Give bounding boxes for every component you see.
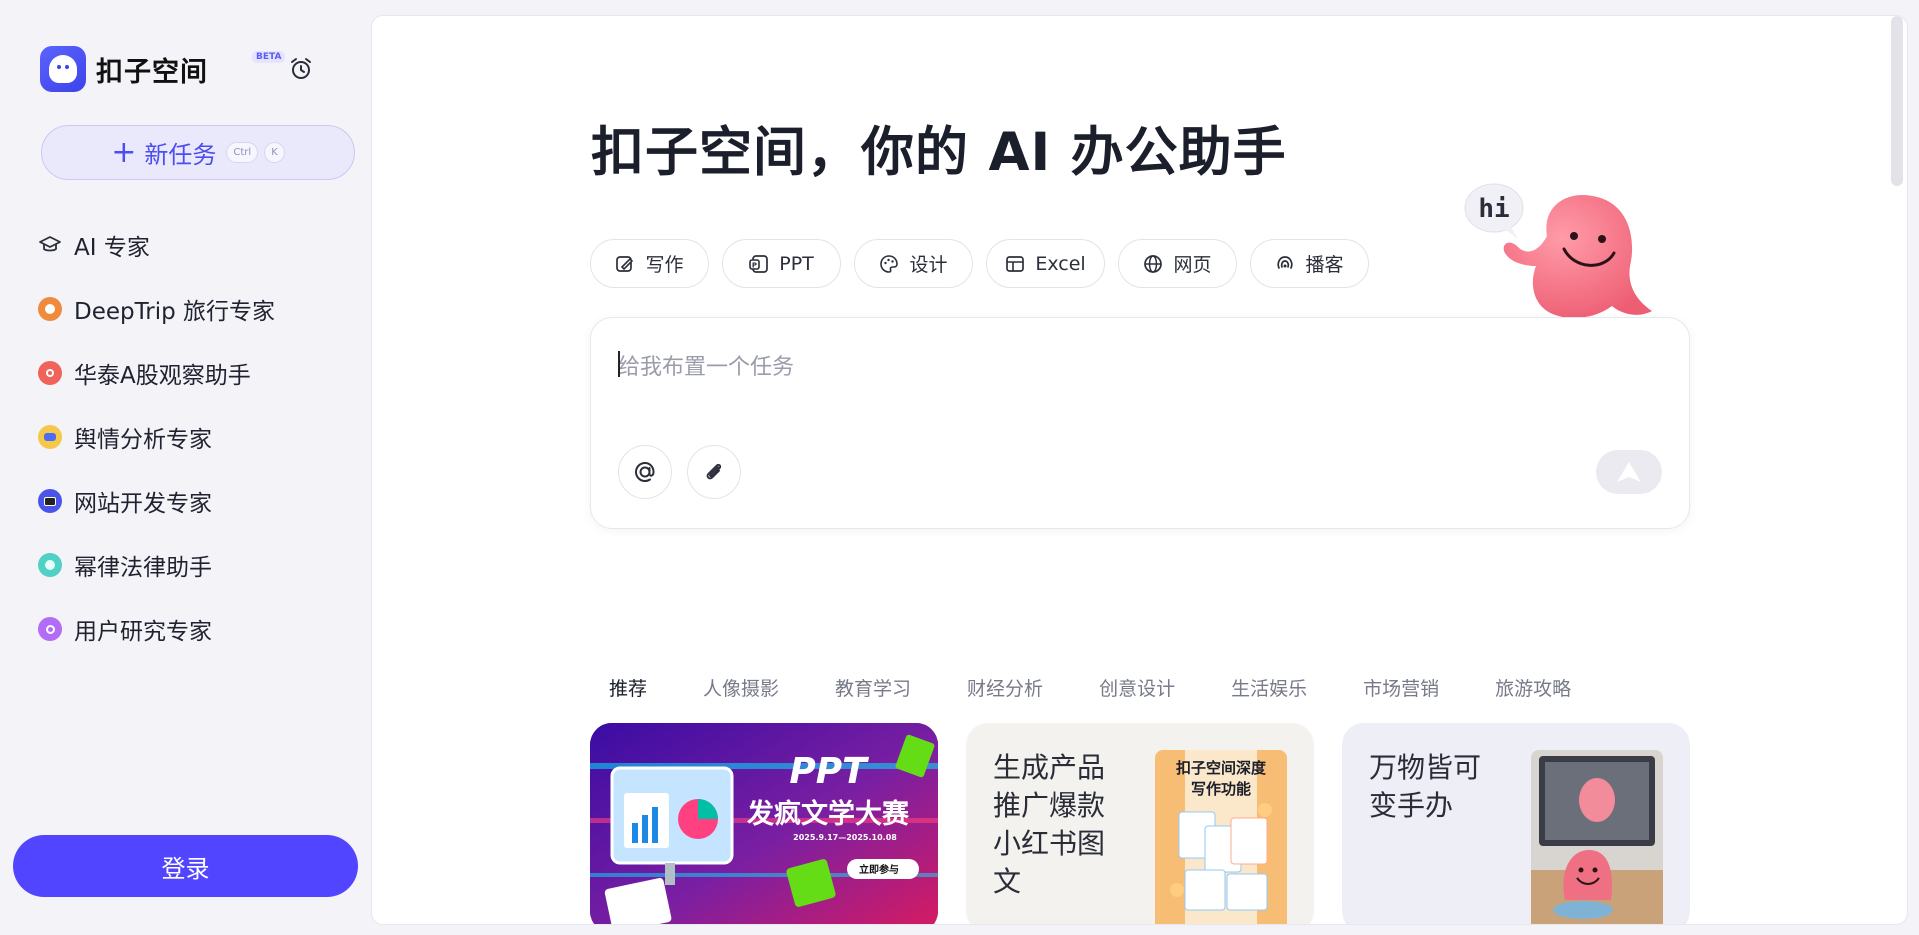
sidebar: 扣子空间 BETA + 新任务 Ctrl K AI 专家 DeepTrip 旅行…	[0, 0, 371, 935]
sidebar-item-deeptrip[interactable]: DeepTrip 旅行专家	[38, 277, 358, 341]
sidebar-item-label: AI 专家	[74, 235, 150, 261]
card-title: 万物皆可变手办	[1369, 751, 1482, 822]
brand-logo-icon	[40, 46, 86, 92]
card-figurine[interactable]: 万物皆可变手办	[1342, 723, 1690, 924]
banner-date: 2025.9.17—2025.10.08	[793, 833, 897, 842]
sidebar-item-label: 舆情分析专家	[74, 427, 212, 453]
sidebar-item-label: 网站开发专家	[74, 491, 212, 517]
send-button[interactable]	[1596, 450, 1662, 494]
sidebar-item-label: 华泰A股观察助手	[74, 363, 251, 389]
ppt-icon: P	[749, 254, 769, 273]
sidebar-item-label: DeepTrip 旅行专家	[74, 299, 276, 325]
shortcut-key-k: K	[264, 142, 285, 163]
sidebar-item-law[interactable]: 幂律法律助手	[38, 533, 358, 597]
tab-education[interactable]: 教育学习	[835, 674, 911, 701]
sidebar-item-label: 用户研究专家	[74, 619, 212, 645]
showcase-cards: PPT 发疯文学大赛 2025.9.17—2025.10.08 立即参与 生成产…	[590, 723, 1718, 924]
globe-icon	[1144, 254, 1163, 273]
mascot-image: hi	[1464, 183, 1652, 318]
text-caret	[618, 351, 620, 377]
sidebar-item-ai-expert[interactable]: AI 专家	[38, 213, 358, 277]
tab-creative[interactable]: 创意设计	[1099, 674, 1175, 701]
attach-button[interactable]	[687, 445, 741, 499]
new-task-button[interactable]: + 新任务 Ctrl K	[41, 125, 355, 180]
scrollbar[interactable]	[1891, 16, 1903, 186]
mention-button[interactable]	[618, 445, 672, 499]
sidebar-item-label: 幂律法律助手	[74, 555, 212, 581]
brand[interactable]: 扣子空间 BETA	[40, 46, 286, 92]
chip-label: Excel	[1035, 252, 1086, 275]
table-icon	[1006, 255, 1025, 272]
card-title: 生成产品推广爆款小红书图文	[993, 751, 1106, 898]
card-xiaohongshu[interactable]: 生成产品推广爆款小红书图文 扣子空间深度写作功能	[966, 723, 1314, 924]
plus-icon: +	[111, 134, 137, 170]
web-dev-avatar-icon	[38, 489, 62, 513]
write-icon	[616, 255, 634, 272]
shortcut-key-ctrl: Ctrl	[226, 142, 259, 163]
chip-label: PPT	[779, 252, 814, 275]
tab-finance[interactable]: 财经分析	[967, 674, 1043, 701]
sidebar-item-user-research[interactable]: 用户研究专家	[38, 597, 358, 661]
huatai-avatar-icon	[38, 361, 62, 385]
chip-excel[interactable]: Excel	[986, 239, 1105, 288]
banner-subtitle: 发疯文学大赛	[746, 798, 910, 830]
send-arrow-icon	[1617, 462, 1641, 482]
ppt-contest-banner: PPT 发疯文学大赛 2025.9.17—2025.10.08 立即参与	[590, 723, 938, 924]
tab-recommend[interactable]: 推荐	[609, 674, 647, 701]
sidebar-item-huatai[interactable]: 华泰A股观察助手	[38, 341, 358, 405]
chip-write[interactable]: 写作	[590, 239, 709, 288]
brand-name: 扣子空间	[96, 56, 208, 88]
sidebar-item-web-dev[interactable]: 网站开发专家	[38, 469, 358, 533]
banner-title: PPT	[789, 751, 869, 792]
login-button[interactable]: 登录	[13, 835, 358, 897]
chip-label: 播客	[1305, 254, 1344, 276]
tab-marketing[interactable]: 市场营销	[1363, 674, 1439, 701]
podcast-icon	[1277, 255, 1294, 269]
banner-cta: 立即参与	[859, 863, 899, 876]
deeptrip-avatar-icon	[38, 297, 62, 321]
task-input[interactable]: 给我布置一个任务	[618, 349, 794, 381]
svg-text:P: P	[752, 261, 757, 269]
sentiment-avatar-icon	[38, 425, 62, 449]
tab-lifestyle[interactable]: 生活娱乐	[1231, 674, 1307, 701]
palette-icon	[880, 254, 899, 273]
card-ppt-contest[interactable]: PPT 发疯文学大赛 2025.9.17—2025.10.08 立即参与	[590, 723, 938, 924]
chip-ppt[interactable]: P PPT	[722, 239, 841, 288]
task-type-chips: 写作 P PPT 设计 Excel 网页 播客	[590, 239, 1382, 288]
card-thumbnail: 扣子空间深度写作功能	[1155, 750, 1287, 924]
alarm-clock-icon[interactable]	[288, 56, 314, 82]
task-composer: 给我布置一个任务	[590, 317, 1690, 529]
sidebar-item-sentiment[interactable]: 舆情分析专家	[38, 405, 358, 469]
chip-label: 写作	[645, 254, 684, 276]
chip-podcast[interactable]: 播客	[1250, 239, 1369, 288]
category-tabs: 推荐 人像摄影 教育学习 财经分析 创意设计 生活娱乐 市场营销 旅游攻略	[609, 674, 1627, 701]
chip-webpage[interactable]: 网页	[1118, 239, 1237, 288]
mascot-bubble-text: hi	[1478, 194, 1509, 224]
chip-design[interactable]: 设计	[854, 239, 973, 288]
beta-badge: BETA	[252, 51, 286, 63]
at-sign-icon	[634, 461, 655, 483]
main-panel: 扣子空间，你的 AI 办公助手 hi 写作 P PPT 设计 Excel 网页 …	[371, 15, 1908, 925]
chip-label: 网页	[1173, 254, 1212, 276]
expert-nav: AI 专家 DeepTrip 旅行专家 华泰A股观察助手 舆情分析专家 网站开发…	[38, 213, 358, 661]
page-title: 扣子空间，你的 AI 办公助手	[591, 122, 1287, 183]
graduation-cap-icon	[39, 236, 61, 252]
card-thumbnail	[1531, 750, 1663, 924]
law-avatar-icon	[38, 553, 62, 577]
chip-label: 设计	[909, 254, 948, 276]
new-task-label: 新任务	[144, 141, 217, 169]
thumb-title: 扣子空间深度写作功能	[1175, 759, 1266, 798]
tab-portrait[interactable]: 人像摄影	[703, 674, 779, 701]
tab-travel[interactable]: 旅游攻略	[1495, 674, 1571, 701]
user-research-avatar-icon	[38, 617, 62, 641]
paperclip-icon	[706, 463, 722, 480]
